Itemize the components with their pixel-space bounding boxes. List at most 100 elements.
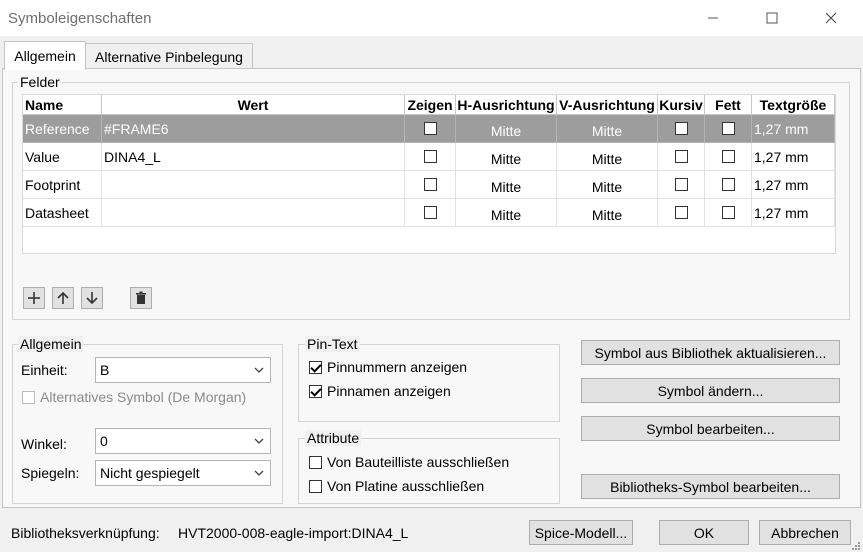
show-pin-numbers-checkbox[interactable]	[309, 360, 322, 374]
alt-symbol-checkbox[interactable]	[22, 390, 35, 404]
table-row[interactable]: Datasheet Mitte Mitte 1,27 mm	[23, 199, 835, 227]
attributes-group-label: Attribute	[305, 430, 362, 446]
library-link-label: Bibliotheksverknüpfung:	[11, 525, 160, 541]
column-header-h-align[interactable]: H-Ausrichtung	[456, 95, 557, 115]
bold-checkbox[interactable]	[721, 150, 735, 163]
cell-v-align[interactable]: Mitte	[557, 199, 658, 227]
cell-value[interactable]	[102, 171, 405, 199]
show-pin-numbers-label[interactable]: Pinnummern anzeigen	[327, 359, 467, 375]
italic-checkbox[interactable]	[674, 122, 688, 135]
spice-model-button[interactable]: Spice-Modell...	[529, 520, 633, 545]
cell-name[interactable]: Footprint	[23, 171, 102, 199]
cell-italic	[658, 199, 705, 227]
general-group-label: Allgemein	[18, 336, 84, 352]
ok-button[interactable]: OK	[659, 520, 749, 545]
library-link-value: HVT2000-008-eagle-import:DINA4_L	[178, 525, 409, 541]
tab-allgemein[interactable]: Allgemein	[4, 41, 86, 70]
cell-italic	[658, 171, 705, 199]
edit-library-symbol-button[interactable]: Bibliotheks-Symbol bearbeiten...	[581, 474, 840, 499]
cell-name[interactable]: Datasheet	[23, 199, 102, 227]
mirror-select[interactable]: Nicht gespiegelt	[95, 460, 271, 486]
cell-text-size[interactable]: 1,27 mm	[752, 171, 835, 199]
change-symbol-button[interactable]: Symbol ändern...	[581, 378, 840, 403]
cell-v-align[interactable]: Mitte	[557, 171, 658, 199]
arrow-down-icon	[86, 292, 98, 305]
close-icon	[825, 12, 837, 24]
exclude-board-checkbox[interactable]	[309, 479, 322, 493]
cell-text-size[interactable]: 1,27 mm	[752, 143, 835, 171]
update-from-library-button[interactable]: Symbol aus Bibliothek aktualisieren...	[581, 340, 840, 365]
fields-table: Name Wert Zeigen H-Ausrichtung V-Ausrich…	[22, 94, 836, 254]
column-header-bold[interactable]: Fett	[705, 95, 752, 115]
move-down-button[interactable]	[81, 287, 103, 309]
cell-h-align[interactable]: Mitte	[456, 171, 557, 199]
italic-checkbox[interactable]	[674, 206, 688, 219]
italic-checkbox[interactable]	[674, 178, 688, 191]
bold-checkbox[interactable]	[721, 178, 735, 191]
move-up-button[interactable]	[52, 287, 74, 309]
bold-checkbox[interactable]	[721, 206, 735, 219]
attributes-group	[298, 438, 560, 504]
angle-select[interactable]: 0	[95, 428, 271, 454]
cell-h-align[interactable]: Mitte	[456, 143, 557, 171]
table-row[interactable]: Footprint Mitte Mitte 1,27 mm	[23, 171, 835, 199]
show-checkbox[interactable]	[423, 178, 437, 191]
angle-label: Winkel:	[21, 436, 67, 452]
mirror-select-value: Nicht gespiegelt	[100, 465, 200, 481]
cell-show	[405, 199, 456, 227]
show-checkbox[interactable]	[423, 150, 437, 163]
cell-value[interactable]: DINA4_L	[102, 143, 405, 171]
cell-show	[405, 115, 456, 143]
table-row[interactable]: Reference #FRAME6 Mitte Mitte 1,27 mm	[23, 115, 835, 143]
cell-italic	[658, 143, 705, 171]
show-pin-names-checkbox[interactable]	[309, 384, 322, 398]
bold-checkbox[interactable]	[721, 122, 735, 135]
exclude-board-label[interactable]: Von Platine ausschließen	[327, 478, 484, 494]
italic-checkbox[interactable]	[674, 150, 688, 163]
cancel-button[interactable]: Abbrechen	[759, 520, 851, 545]
alt-symbol-label: Alternatives Symbol (De Morgan)	[40, 389, 247, 405]
cell-name[interactable]: Value	[23, 143, 102, 171]
cell-name[interactable]: Reference	[23, 115, 102, 143]
chevron-down-icon	[254, 367, 264, 373]
column-header-show[interactable]: Zeigen	[405, 95, 456, 115]
cell-v-align[interactable]: Mitte	[557, 115, 658, 143]
cell-text-size[interactable]: 1,27 mm	[752, 115, 835, 143]
chevron-down-icon	[254, 470, 264, 476]
column-header-v-align[interactable]: V-Ausrichtung	[557, 95, 658, 115]
cell-bold	[705, 171, 752, 199]
column-header-text-size[interactable]: Textgröße	[752, 95, 835, 115]
minimize-button[interactable]	[690, 0, 736, 36]
unit-select-value: B	[100, 362, 110, 378]
show-checkbox[interactable]	[423, 206, 437, 219]
fields-group-label: Felder	[18, 74, 62, 90]
chevron-down-icon	[254, 438, 264, 444]
show-pin-names-label[interactable]: Pinnamen anzeigen	[327, 383, 451, 399]
close-button[interactable]	[808, 0, 854, 36]
resize-grip-icon[interactable]	[850, 540, 861, 551]
unit-select[interactable]: B	[95, 357, 271, 383]
column-header-name[interactable]: Name	[23, 95, 102, 115]
delete-field-button[interactable]	[130, 287, 152, 309]
exclude-board-row: Von Platine ausschließen	[309, 478, 484, 494]
cell-value[interactable]	[102, 199, 405, 227]
column-header-italic[interactable]: Kursiv	[658, 95, 705, 115]
window-title: Symboleigenschaften	[8, 10, 152, 27]
tab-alternative-pinbelegung[interactable]: Alternative Pinbelegung	[85, 43, 253, 69]
cell-show	[405, 171, 456, 199]
cell-h-align[interactable]: Mitte	[456, 199, 557, 227]
cell-value[interactable]: #FRAME6	[102, 115, 405, 143]
show-checkbox[interactable]	[423, 122, 437, 135]
cell-v-align[interactable]: Mitte	[557, 143, 658, 171]
exclude-bom-checkbox[interactable]	[309, 455, 322, 469]
exclude-bom-label[interactable]: Von Bauteilliste ausschließen	[327, 454, 509, 470]
table-row[interactable]: Value DINA4_L Mitte Mitte 1,27 mm	[23, 143, 835, 171]
add-field-button[interactable]	[23, 287, 45, 309]
cell-bold	[705, 115, 752, 143]
column-header-value[interactable]: Wert	[102, 95, 405, 115]
cell-text-size[interactable]: 1,27 mm	[752, 199, 835, 227]
maximize-button[interactable]	[749, 0, 795, 36]
minimize-icon	[708, 17, 718, 19]
cell-h-align[interactable]: Mitte	[456, 115, 557, 143]
edit-symbol-button[interactable]: Symbol bearbeiten...	[581, 416, 840, 441]
